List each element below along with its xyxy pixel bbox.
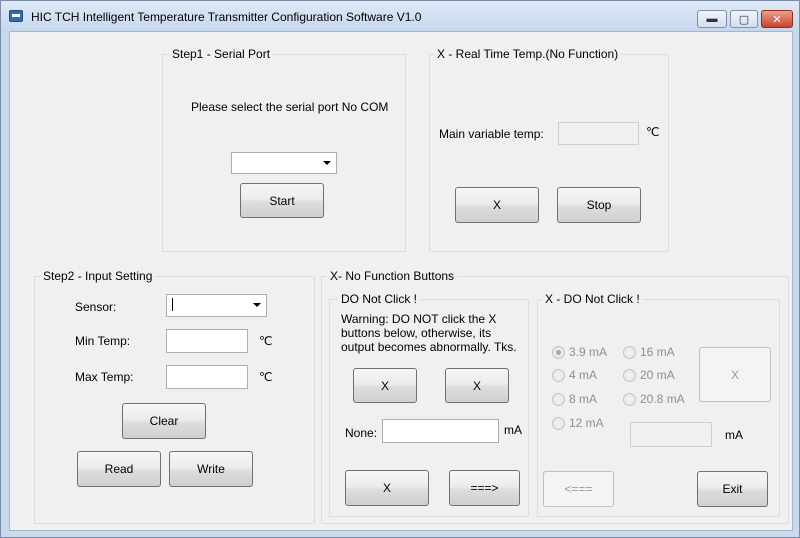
no-function-title: X- No Function Buttons	[327, 269, 458, 283]
minimize-button[interactable]: ▬	[697, 10, 727, 28]
warning-x-button-3[interactable]: X	[345, 470, 429, 506]
min-temp-field[interactable]	[166, 329, 248, 353]
ma-unit: mA	[725, 428, 743, 442]
x-do-not-click-title: X - DO Not Click !	[542, 292, 643, 306]
warning-line-3: output becomes abnormally. Tks.	[341, 340, 517, 354]
step2-group: Step2 - Input Setting Sensor: Min Temp: …	[34, 269, 315, 524]
radio-label: 3.9 mA	[569, 345, 608, 359]
radio-8-ma: 8 mA	[552, 392, 597, 406]
none-label: None:	[345, 426, 378, 440]
close-button[interactable]: ✕	[761, 10, 793, 28]
serial-port-message: Please select the serial port No COM	[191, 100, 389, 114]
radio-16-ma: 16 mA	[623, 345, 675, 359]
serial-port-select[interactable]	[231, 152, 337, 174]
radio-dot	[552, 416, 565, 430]
radio-3-9-ma: 3.9 mA	[552, 345, 607, 359]
maximize-icon: ▢	[738, 13, 750, 26]
radio-20-8-ma: 20.8 mA	[623, 392, 685, 406]
radio-dot	[552, 368, 565, 382]
min-temp-unit: ℃	[259, 334, 273, 348]
window-title: HIC TCH Intelligent Temperature Transmit…	[31, 10, 422, 24]
chevron-down-icon	[323, 161, 331, 165]
xdonot-x-button: X	[699, 347, 771, 402]
radio-dot	[623, 368, 636, 382]
back-arrow-button: <===	[543, 471, 614, 507]
warning-line-1: Warning: DO NOT click the X	[341, 312, 497, 326]
step1-group: Step1 - Serial Port Please select the se…	[162, 47, 406, 252]
none-unit: mA	[504, 423, 522, 437]
radio-label: 4 mA	[569, 368, 598, 382]
x-do-not-click-group: X - DO Not Click ! 3.9 mA 16 mA 4 mA 20 …	[537, 292, 780, 517]
min-temp-label: Min Temp:	[75, 334, 131, 348]
start-button[interactable]: Start	[240, 183, 324, 218]
forward-arrow-button[interactable]: ===>	[449, 470, 520, 506]
client-area: Step1 - Serial Port Please select the se…	[9, 31, 793, 531]
main-variable-field	[558, 122, 639, 145]
max-temp-label: Max Temp:	[75, 370, 134, 384]
minimize-icon: ▬	[706, 13, 718, 25]
radio-dot	[623, 345, 636, 359]
none-field[interactable]	[382, 419, 499, 443]
exit-button[interactable]: Exit	[697, 471, 768, 507]
realtime-group: X - Real Time Temp.(No Function) Main va…	[429, 47, 669, 252]
sensor-select[interactable]	[166, 294, 267, 317]
celsius-unit: ℃	[646, 125, 660, 139]
clear-button[interactable]: Clear	[122, 403, 206, 439]
radio-label: 20.8 mA	[640, 392, 685, 406]
warning-x-button-2[interactable]: X	[445, 368, 509, 403]
step2-title: Step2 - Input Setting	[40, 269, 156, 283]
write-button[interactable]: Write	[169, 451, 253, 487]
radio-label: 12 mA	[569, 416, 604, 430]
text-caret	[172, 298, 173, 311]
title-bar[interactable]: HIC TCH Intelligent Temperature Transmit…	[1, 1, 799, 31]
radio-label: 20 mA	[640, 368, 675, 382]
maximize-button[interactable]: ▢	[730, 10, 758, 28]
close-icon: ✕	[772, 13, 782, 26]
radio-dot	[623, 392, 636, 406]
sensor-label: Sensor:	[75, 300, 117, 314]
max-temp-unit: ℃	[259, 370, 273, 384]
max-temp-field[interactable]	[166, 365, 248, 389]
main-variable-label: Main variable temp:	[439, 127, 544, 141]
radio-label: 16 mA	[640, 345, 675, 359]
no-function-group: X- No Function Buttons DO Not Click ! Wa…	[321, 269, 789, 524]
chevron-down-icon	[253, 303, 261, 307]
do-not-click-title: DO Not Click !	[338, 292, 421, 306]
radio-dot	[552, 392, 565, 406]
warning-x-button-1[interactable]: X	[353, 368, 417, 403]
realtime-x-button[interactable]: X	[455, 187, 539, 223]
app-icon	[9, 10, 23, 22]
realtime-title: X - Real Time Temp.(No Function)	[434, 47, 622, 61]
app-window: HIC TCH Intelligent Temperature Transmit…	[0, 0, 800, 538]
do-not-click-group: DO Not Click ! Warning: DO NOT click the…	[329, 292, 529, 517]
step1-title: Step1 - Serial Port	[169, 47, 274, 61]
radio-label: 8 mA	[569, 392, 598, 406]
ma-field	[630, 422, 712, 447]
warning-line-2: buttons below, otherwise, its	[341, 326, 492, 340]
radio-12-ma: 12 mA	[552, 416, 604, 430]
radio-4-ma: 4 mA	[552, 368, 597, 382]
radio-dot	[552, 345, 565, 359]
radio-20-ma: 20 mA	[623, 368, 675, 382]
stop-button[interactable]: Stop	[557, 187, 641, 223]
read-button[interactable]: Read	[77, 451, 161, 487]
